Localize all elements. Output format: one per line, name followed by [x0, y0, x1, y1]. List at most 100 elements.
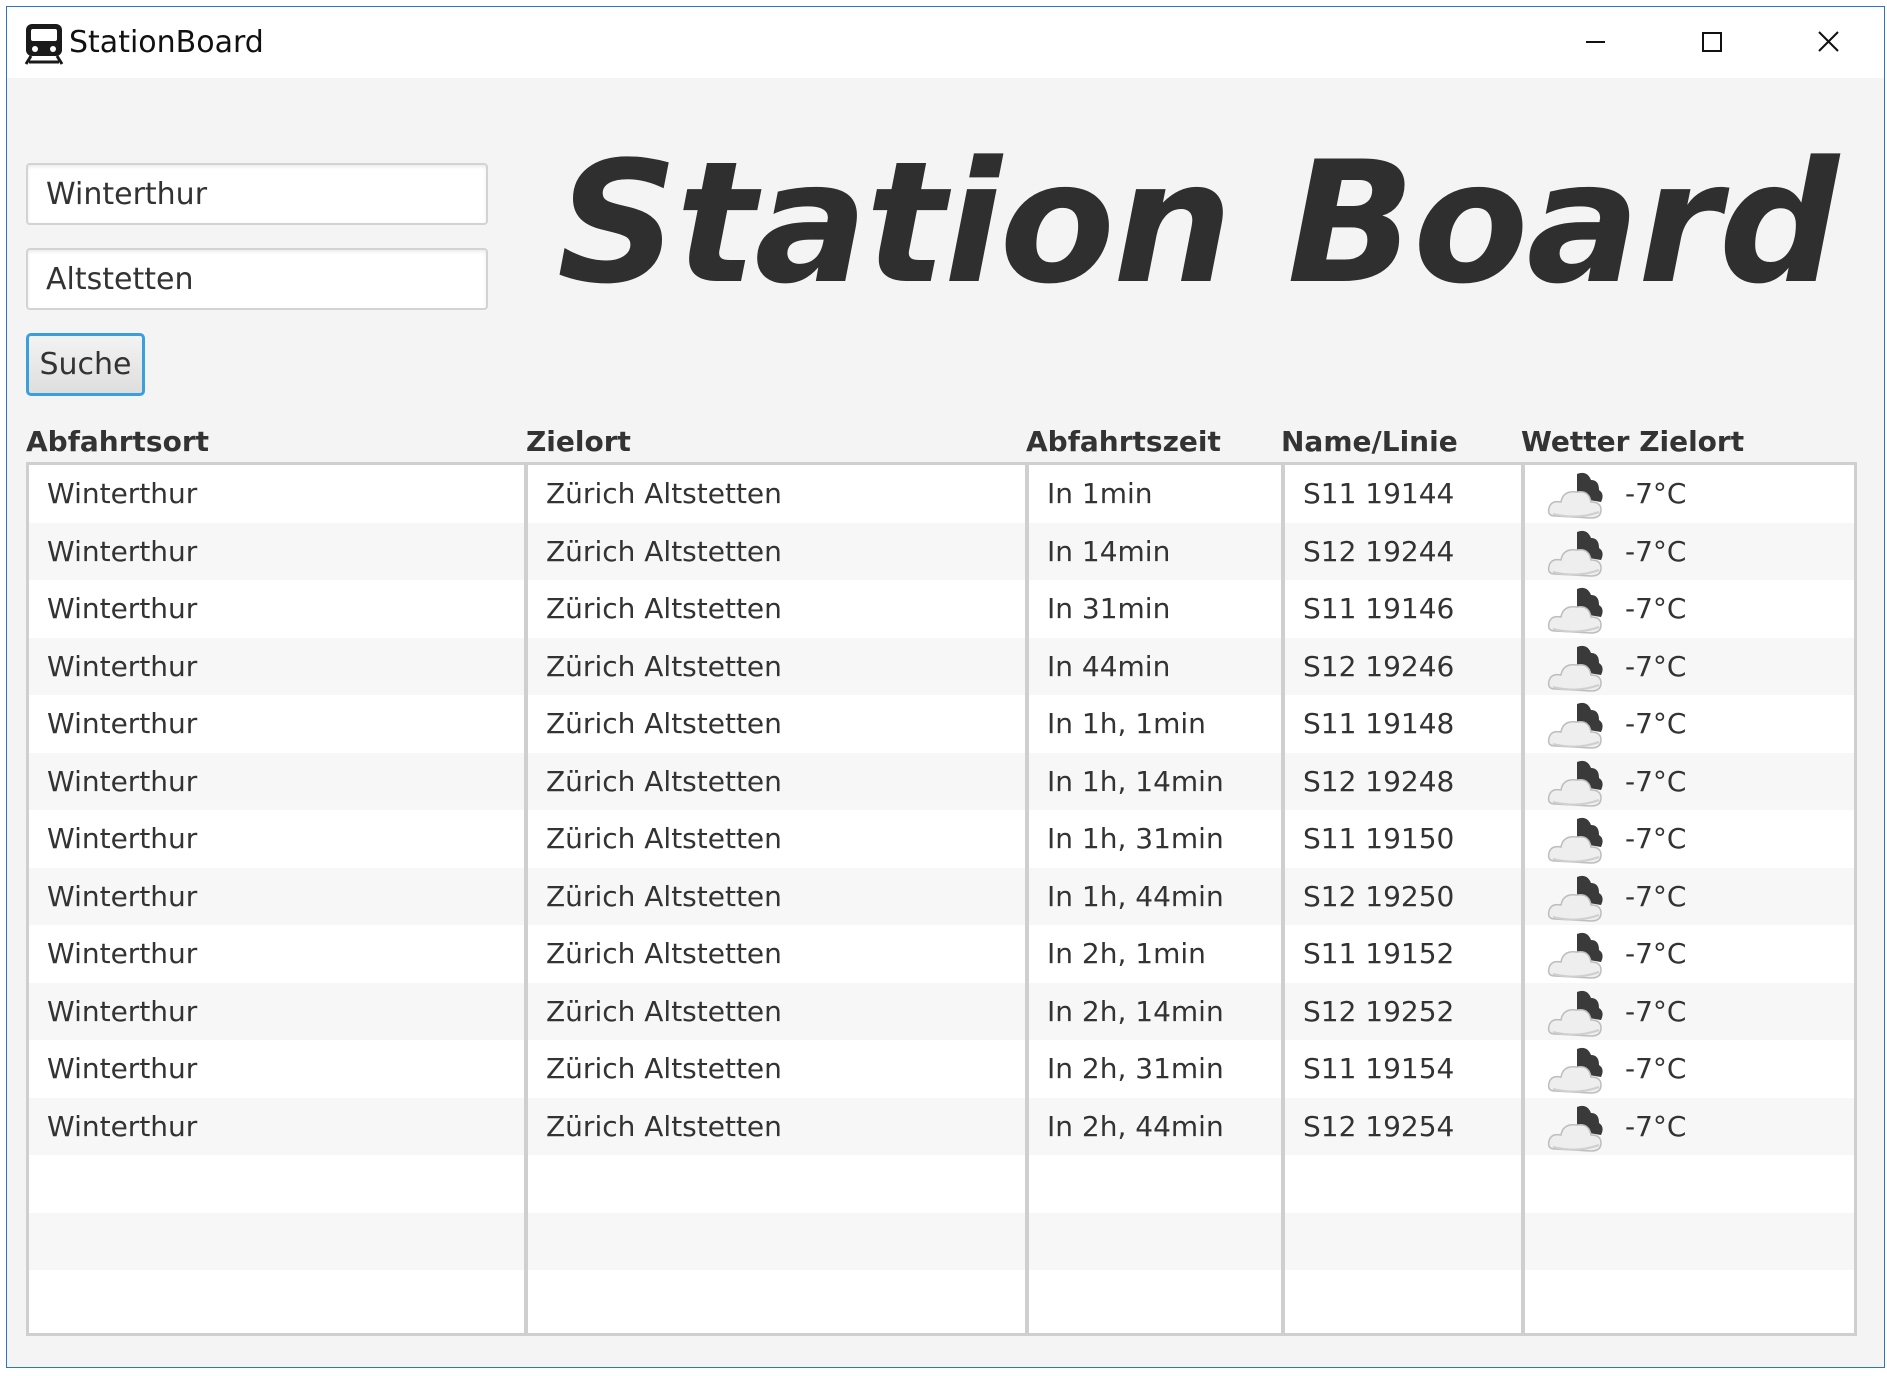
table-cell-abfahrtszeit[interactable]: In 1min — [1029, 465, 1281, 523]
empty-table-cell[interactable] — [29, 1155, 524, 1213]
empty-table-cell[interactable] — [528, 1155, 1025, 1213]
table-cell-abfahrtszeit[interactable]: In 14min — [1029, 522, 1281, 580]
table-cell-wetter[interactable]: -7°C — [1525, 580, 1854, 638]
empty-table-cell[interactable] — [1029, 1155, 1281, 1213]
empty-table-cell[interactable] — [1285, 1212, 1521, 1270]
column-linie[interactable]: S11 19144 S12 19244 S11 19146 S12 19246 S11 … — [1282, 462, 1524, 1336]
table-cell-wetter[interactable]: -7°C — [1525, 465, 1854, 523]
table-cell-zielort[interactable]: Zürich Altstetten — [528, 522, 1025, 580]
table-cell-wetter[interactable]: -7°C — [1525, 925, 1854, 983]
to-station-input[interactable] — [26, 248, 488, 310]
empty-table-cell[interactable] — [1029, 1270, 1281, 1328]
table-cell-linie[interactable]: S11 19154 — [1285, 1040, 1521, 1098]
table-cell-wetter[interactable]: -7°C — [1525, 1097, 1854, 1155]
table-cell-abfahrtsort[interactable]: Winterthur — [29, 695, 524, 753]
empty-table-cell[interactable] — [1029, 1212, 1281, 1270]
table-cell-abfahrtszeit[interactable]: In 2h, 14min — [1029, 982, 1281, 1040]
column-abfahrtsort[interactable]: Winterthur Winterthur Winterthur Winterthur… — [26, 462, 527, 1336]
table-cell-wetter[interactable]: -7°C — [1525, 1040, 1854, 1098]
table-cell-linie[interactable]: S12 19248 — [1285, 752, 1521, 810]
column-header-zielort[interactable]: Zielort — [526, 425, 631, 458]
table-cell-linie[interactable]: S12 19246 — [1285, 637, 1521, 695]
column-abfahrtszeit[interactable]: In 1min In 14min In 31min In 44min In 1h, 1m… — [1026, 462, 1284, 1336]
table-cell-linie[interactable]: S11 19150 — [1285, 810, 1521, 868]
empty-table-cell[interactable] — [29, 1270, 524, 1328]
empty-table-cell[interactable] — [1525, 1155, 1854, 1213]
empty-table-cell[interactable] — [29, 1212, 524, 1270]
table-cell-abfahrtsort[interactable]: Winterthur — [29, 522, 524, 580]
page-title: Station Board — [557, 125, 1839, 321]
empty-table-cell[interactable] — [528, 1270, 1025, 1328]
column-header-wetter[interactable]: Wetter Zielort — [1521, 425, 1744, 458]
table-cell-linie[interactable]: S12 19250 — [1285, 867, 1521, 925]
column-header-linie[interactable]: Name/Linie — [1281, 425, 1458, 458]
title-bar[interactable]: StationBoard — [7, 7, 1884, 78]
table-cell-zielort[interactable]: Zürich Altstetten — [528, 1097, 1025, 1155]
table-cell-zielort[interactable]: Zürich Altstetten — [528, 752, 1025, 810]
table-cell-zielort[interactable]: Zürich Altstetten — [528, 695, 1025, 753]
table-cell-abfahrtsort[interactable]: Winterthur — [29, 465, 524, 523]
table-cell-linie[interactable]: S11 19144 — [1285, 465, 1521, 523]
table-cell-abfahrtsort[interactable]: Winterthur — [29, 1097, 524, 1155]
table-cell-wetter[interactable]: -7°C — [1525, 810, 1854, 868]
column-zielort[interactable]: Zürich Altstetten Zürich Altstetten Zürich… — [525, 462, 1028, 1336]
table-cell-zielort[interactable]: Zürich Altstetten — [528, 580, 1025, 638]
table-cell-abfahrtszeit[interactable]: In 1h, 31min — [1029, 810, 1281, 868]
table-cell-abfahrtsort[interactable]: Winterthur — [29, 810, 524, 868]
table-cell-zielort[interactable]: Zürich Altstetten — [528, 925, 1025, 983]
temperature-text: -7°C — [1625, 937, 1687, 970]
empty-table-cell[interactable] — [1525, 1270, 1854, 1328]
table-cell-linie[interactable]: S12 19244 — [1285, 522, 1521, 580]
table-cell-abfahrtszeit[interactable]: In 44min — [1029, 637, 1281, 695]
maximize-icon — [1702, 32, 1722, 52]
table-cell-abfahrtsort[interactable]: Winterthur — [29, 580, 524, 638]
maximize-button[interactable] — [1684, 17, 1740, 67]
table-cell-abfahrtsort[interactable]: Winterthur — [29, 925, 524, 983]
train-icon — [24, 24, 64, 65]
table-cell-abfahrtsort[interactable]: Winterthur — [29, 1040, 524, 1098]
table-cell-linie[interactable]: S11 19146 — [1285, 580, 1521, 638]
table-cell-zielort[interactable]: Zürich Altstetten — [528, 465, 1025, 523]
table-cell-abfahrtszeit[interactable]: In 2h, 31min — [1029, 1040, 1281, 1098]
column-wetter[interactable]: -7°C -7°C -7°C -7°C -7°C -7°C -7°C -7°C -7°C -7°C… — [1522, 462, 1857, 1336]
table-cell-zielort[interactable]: Zürich Altstetten — [528, 810, 1025, 868]
empty-table-cell[interactable] — [528, 1212, 1025, 1270]
window-title: StationBoard — [69, 25, 264, 60]
table-cell-zielort[interactable]: Zürich Altstetten — [528, 1040, 1025, 1098]
table-cell-zielort[interactable]: Zürich Altstetten — [528, 867, 1025, 925]
cloud-night-icon — [1547, 526, 1611, 580]
empty-table-cell[interactable] — [1285, 1270, 1521, 1328]
table-cell-wetter[interactable]: -7°C — [1525, 522, 1854, 580]
table-cell-abfahrtszeit[interactable]: In 1h, 14min — [1029, 752, 1281, 810]
column-header-abfahrtsort[interactable]: Abfahrtsort — [26, 425, 209, 458]
table-cell-abfahrtsort[interactable]: Winterthur — [29, 637, 524, 695]
table-cell-linie[interactable]: S12 19252 — [1285, 982, 1521, 1040]
table-cell-zielort[interactable]: Zürich Altstetten — [528, 982, 1025, 1040]
table-cell-abfahrtszeit[interactable]: In 1h, 44min — [1029, 867, 1281, 925]
table-cell-zielort[interactable]: Zürich Altstetten — [528, 637, 1025, 695]
table-cell-abfahrtszeit[interactable]: In 31min — [1029, 580, 1281, 638]
temperature-text: -7°C — [1625, 707, 1687, 740]
empty-table-cell[interactable] — [1525, 1212, 1854, 1270]
empty-table-cell[interactable] — [1285, 1155, 1521, 1213]
table-cell-abfahrtsort[interactable]: Winterthur — [29, 867, 524, 925]
table-cell-abfahrtszeit[interactable]: In 2h, 1min — [1029, 925, 1281, 983]
table-cell-wetter[interactable]: -7°C — [1525, 752, 1854, 810]
from-station-input[interactable] — [26, 163, 488, 225]
table-cell-abfahrtsort[interactable]: Winterthur — [29, 982, 524, 1040]
table-cell-abfahrtszeit[interactable]: In 2h, 44min — [1029, 1097, 1281, 1155]
table-cell-wetter[interactable]: -7°C — [1525, 637, 1854, 695]
column-header-abfahrtszeit[interactable]: Abfahrtszeit — [1026, 425, 1221, 458]
search-button[interactable]: Suche — [26, 333, 145, 396]
close-button[interactable] — [1800, 17, 1856, 67]
table-cell-wetter[interactable]: -7°C — [1525, 867, 1854, 925]
table-cell-linie[interactable]: S11 19148 — [1285, 695, 1521, 753]
temperature-text: -7°C — [1625, 822, 1687, 855]
table-cell-linie[interactable]: S11 19152 — [1285, 925, 1521, 983]
minimize-button[interactable] — [1567, 17, 1623, 67]
table-cell-wetter[interactable]: -7°C — [1525, 982, 1854, 1040]
table-cell-wetter[interactable]: -7°C — [1525, 695, 1854, 753]
table-cell-linie[interactable]: S12 19254 — [1285, 1097, 1521, 1155]
table-cell-abfahrtsort[interactable]: Winterthur — [29, 752, 524, 810]
table-cell-abfahrtszeit[interactable]: In 1h, 1min — [1029, 695, 1281, 753]
